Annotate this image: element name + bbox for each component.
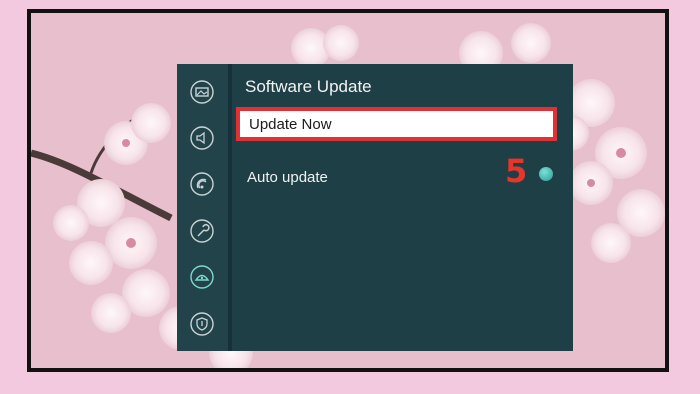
page-title: Software Update	[245, 77, 372, 96]
settings-menu-panel: Software Update Update Now Auto update 5	[177, 64, 573, 351]
sound-icon[interactable]	[190, 126, 214, 150]
tools-icon[interactable]	[190, 219, 214, 243]
picture-icon[interactable]	[190, 80, 214, 104]
settings-icon-rail	[177, 64, 232, 351]
connection-icon[interactable]	[190, 172, 214, 196]
auto-update-toggle-indicator[interactable]	[539, 167, 553, 181]
shield-icon[interactable]	[190, 312, 214, 336]
support-icon[interactable]	[190, 265, 214, 289]
update-now-button[interactable]: Update Now	[236, 107, 557, 141]
auto-update-label: Auto update	[247, 168, 328, 186]
step-number-annotation: 5	[505, 152, 528, 190]
software-update-section: Software Update Update Now Auto update 5	[232, 64, 573, 351]
update-now-label: Update Now	[249, 115, 332, 133]
tv-screen-frame: Software Update Update Now Auto update 5	[27, 9, 669, 372]
